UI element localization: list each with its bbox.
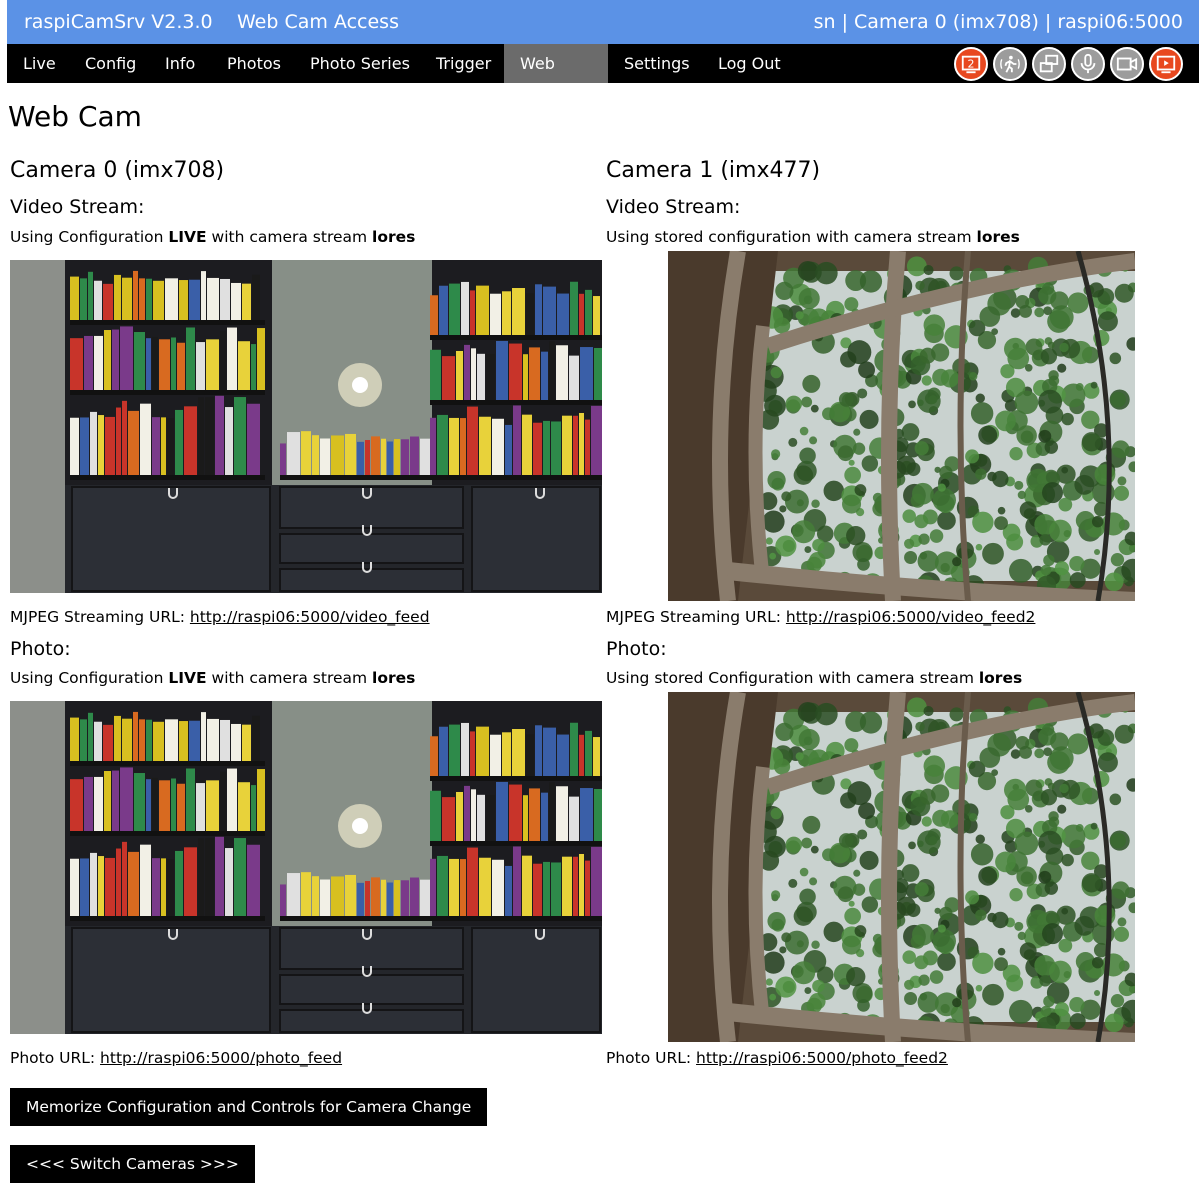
- svg-text:2: 2: [968, 58, 975, 71]
- multi-window-icon[interactable]: [1032, 47, 1066, 81]
- server-status: sn | Camera 0 (imx708) | raspi06:5000: [813, 11, 1183, 33]
- camera-1-video-stream: [668, 251, 1135, 601]
- camera-0-video-heading: Video Stream:: [10, 196, 145, 218]
- camera-0-photo-url-row: Photo URL: http://raspi06:5000/photo_fee…: [10, 1049, 343, 1067]
- nav-live[interactable]: Live: [7, 44, 72, 83]
- motion-trigger-icon[interactable]: [993, 47, 1027, 81]
- camera-1-video-url-row: MJPEG Streaming URL: http://raspi06:5000…: [606, 608, 1036, 626]
- nav-photos[interactable]: Photos: [211, 44, 297, 83]
- nav-log-out[interactable]: Log Out: [702, 44, 797, 83]
- camera-1-title: Camera 1 (imx477): [606, 158, 821, 183]
- page-subtitle: Web Cam Access: [237, 11, 399, 33]
- camera-0-photo-heading: Photo:: [10, 638, 71, 660]
- camera-1-photo-url-row: Photo URL: http://raspi06:5000/photo_fee…: [606, 1049, 948, 1067]
- camera-1-photo-url-link[interactable]: http://raspi06:5000/photo_feed2: [696, 1049, 948, 1067]
- nav-config[interactable]: Config: [69, 44, 152, 83]
- camera-0-video-info: Using Configuration LIVE with camera str…: [10, 228, 416, 246]
- nav-trigger[interactable]: Trigger: [420, 44, 507, 83]
- switch-cameras-button[interactable]: <<< Switch Cameras >>>: [10, 1145, 255, 1183]
- camera-1-video-info: Using stored configuration with camera s…: [606, 228, 1020, 246]
- app-title: raspiCamSrv V2.3.0: [24, 11, 213, 33]
- page-title: Web Cam: [8, 100, 142, 133]
- camera-1-video-url-link[interactable]: http://raspi06:5000/video_feed2: [786, 608, 1036, 626]
- nav-settings[interactable]: Settings: [608, 44, 706, 83]
- nav-web-cam[interactable]: Web Cam: [504, 44, 608, 112]
- camera-0-photo: [10, 701, 602, 1034]
- nav-info[interactable]: Info: [149, 44, 211, 83]
- main-nav: Live Config Info Photos Photo Series Tri…: [7, 44, 1199, 112]
- camera-0-title: Camera 0 (imx708): [10, 158, 225, 183]
- camera-0-photo-url-link[interactable]: http://raspi06:5000/photo_feed: [100, 1049, 342, 1067]
- camera-0-video-url-link[interactable]: http://raspi06:5000/video_feed: [190, 608, 430, 626]
- nav-photo-series[interactable]: Photo Series: [294, 44, 426, 83]
- top-header: raspiCamSrv V2.3.0 Web Cam Access sn | C…: [7, 0, 1199, 44]
- camera-1-photo-heading: Photo:: [606, 638, 667, 660]
- camera-2-icon[interactable]: 2: [954, 47, 988, 81]
- microphone-icon[interactable]: [1071, 47, 1105, 81]
- camera-0-video-url-row: MJPEG Streaming URL: http://raspi06:5000…: [10, 608, 430, 626]
- camera-0-video-stream: [10, 260, 602, 593]
- video-camera-icon[interactable]: [1110, 47, 1144, 81]
- camera-0-photo-info: Using Configuration LIVE with camera str…: [10, 669, 416, 687]
- camera-1-video-heading: Video Stream:: [606, 196, 741, 218]
- memorize-config-button[interactable]: Memorize Configuration and Controls for …: [10, 1088, 488, 1126]
- camera-1-photo: [668, 692, 1135, 1042]
- video-playing-icon[interactable]: [1149, 47, 1183, 81]
- camera-1-photo-info: Using stored Configuration with camera s…: [606, 669, 1023, 687]
